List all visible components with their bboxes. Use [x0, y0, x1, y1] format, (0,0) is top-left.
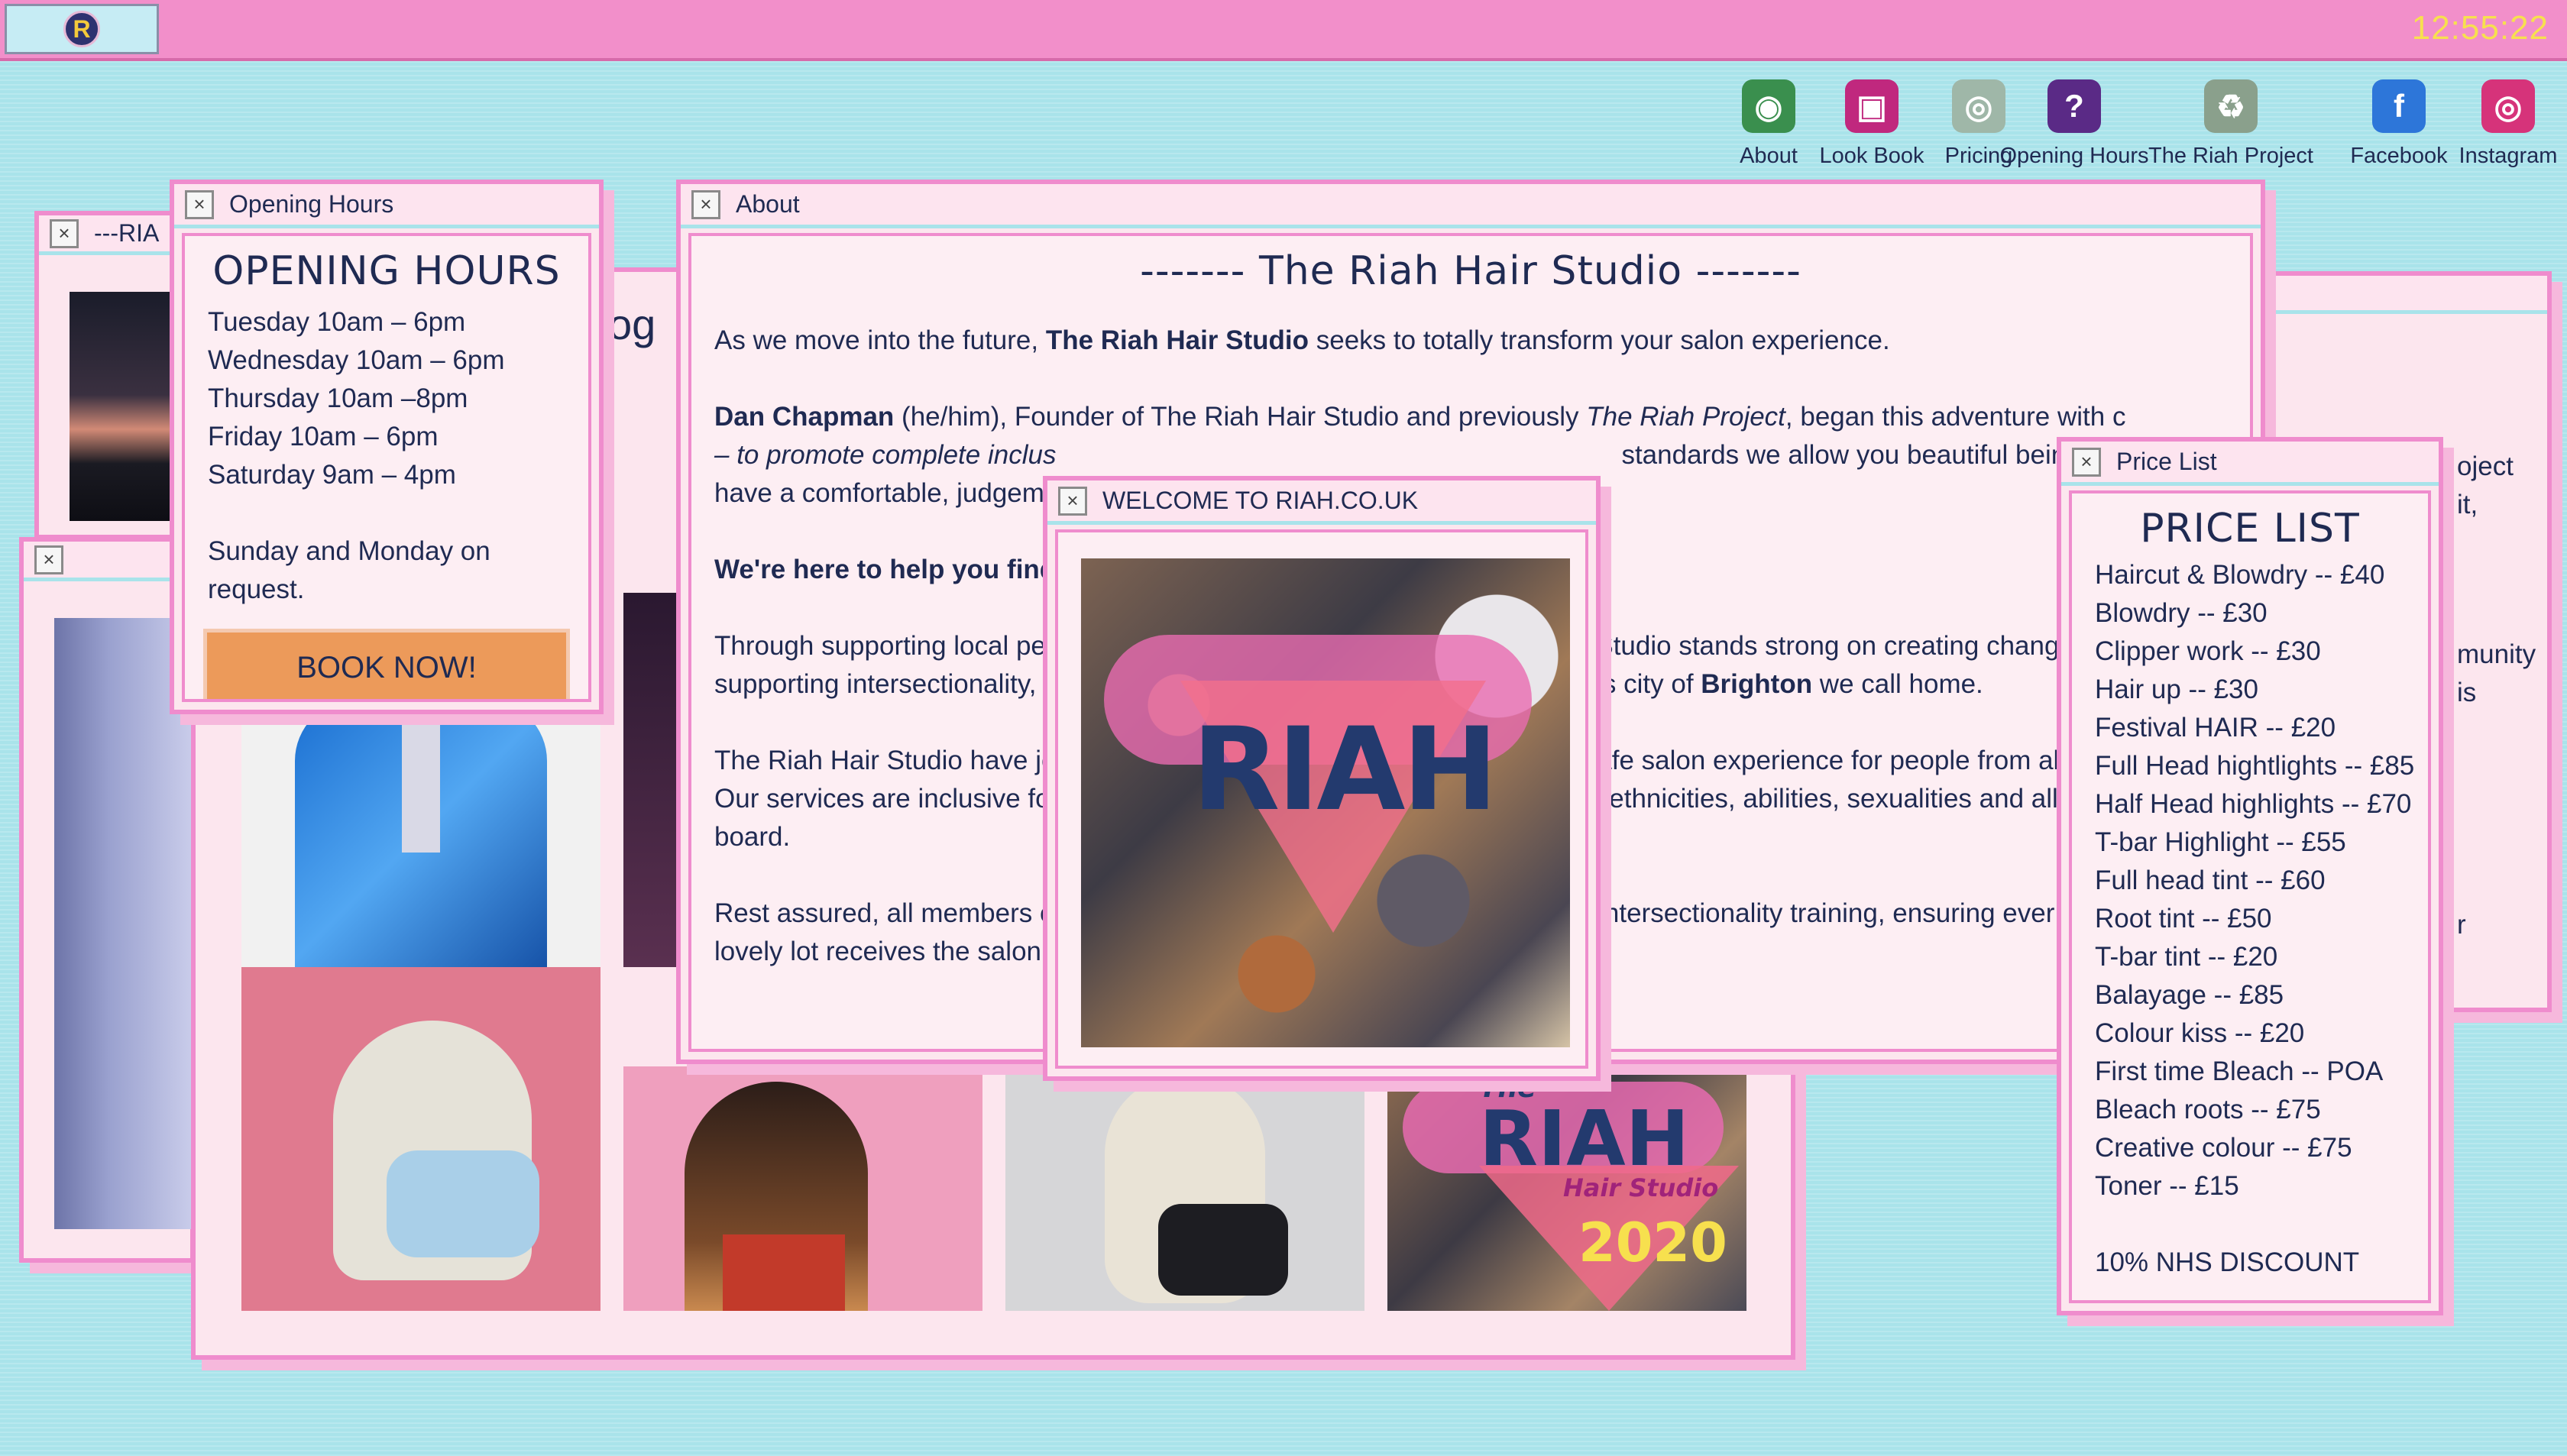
lookbook-photo-dark [623, 593, 677, 967]
lookbook-tile-2020[interactable]: The RIAH Hair Studio 2020 [1387, 1066, 1746, 1311]
lookbook-heading: og [608, 300, 656, 348]
window-title: Opening Hours [229, 190, 394, 218]
price-list-content: PRICE LIST Haircut & Blowdry -- £40 Blowd… [2069, 490, 2431, 1303]
project-text: is [2457, 678, 2477, 707]
about-heading: ------- The Riah Hair Studio ------- [1140, 248, 1801, 294]
price-list-heading: PRICE LIST [2140, 506, 2360, 552]
price-items: Haircut & Blowdry -- £40 Blowdry -- £30 Cl… [2072, 556, 2428, 1205]
hours-line: Saturday 9am – 4pm [208, 460, 456, 490]
hours-line: Friday 10am – 6pm [208, 422, 439, 451]
close-icon[interactable]: × [34, 545, 63, 574]
desktop-icon-label: About [1740, 144, 1798, 168]
hours-note: Sunday and Monday on request. [208, 536, 490, 604]
taskbar: R 12:55:22 [0, 0, 2567, 61]
hours-list: Tuesday 10am – 6pm Wednesday 10am – 6pm … [185, 303, 588, 494]
opening-hours-heading: OPENING HOURS [212, 248, 561, 294]
book-icon: ? [2047, 79, 2101, 133]
close-icon[interactable]: × [185, 189, 214, 219]
riah-logo-icon: R [63, 11, 100, 47]
price-item: Toner -- £15 [2095, 1171, 2239, 1201]
close-icon[interactable]: × [691, 189, 720, 219]
desktop-icon-opening-hours[interactable]: ? Opening Hours [1999, 73, 2149, 180]
globe-icon: ◉ [1742, 79, 1795, 133]
desktop-icon-label: Instagram [2459, 144, 2558, 168]
price-item: Full Head hightlights -- £85 [2095, 751, 2415, 781]
project-text: it, [2457, 490, 2478, 519]
window-title: WELCOME TO RIAH.CO.UK [1102, 487, 1419, 514]
desktop-icons: ◉ About ▣ Look Book ◎ Pricing? Opening Hours ♻ T… [1715, 73, 2567, 188]
price-item: T-bar tint -- £20 [2095, 942, 2278, 972]
price-item: Colour kiss -- £20 [2095, 1018, 2305, 1048]
desktop-icon-label: Look Book [1819, 144, 1924, 168]
price-item: Full head tint -- £60 [2095, 866, 2326, 895]
desktop-icon-label: The Riah Project [2148, 144, 2313, 168]
price-item: Hair up -- £30 [2095, 675, 2258, 704]
desktop-icon-facebook[interactable]: f Facebook [2345, 73, 2452, 180]
hours-line: Tuesday 10am – 6pm [208, 307, 466, 337]
window-price-list: × Price List PRICE LIST Haircut & Blowdry… [2057, 437, 2443, 1315]
close-icon[interactable]: × [2072, 447, 2101, 477]
desktop-icon-label: Opening Hours [1999, 144, 2149, 168]
price-item: Half Head highlights -- £70 [2095, 789, 2412, 819]
close-icon[interactable]: × [1058, 486, 1087, 516]
price-item: Festival HAIR -- £20 [2095, 713, 2336, 743]
price-item: Balayage -- £85 [2095, 980, 2284, 1010]
desktop-icon-look-book[interactable]: ▣ Look Book [1818, 73, 1925, 180]
sunset-photo [70, 292, 176, 521]
hours-line: Wednesday 10am – 6pm [208, 345, 505, 375]
desktop-icon-the-riah-project[interactable]: ♻ The Riah Project [2148, 73, 2313, 180]
window-title: About [736, 190, 800, 218]
price-item: First time Bleach -- POA [2095, 1056, 2384, 1086]
hours-line: Thursday 10am –8pm [208, 383, 468, 413]
disc-icon: ◎ [1952, 79, 2005, 133]
cube-icon: ▣ [1845, 79, 1899, 133]
desktop-icon-about[interactable]: ◉ About [1715, 73, 1822, 180]
facebook-icon: f [2372, 79, 2426, 133]
opening-hours-content: OPENING HOURS Tuesday 10am – 6pm Wednesd… [182, 233, 591, 702]
start-button[interactable]: R [5, 4, 159, 54]
riah-logo-text: RIAH [1192, 704, 1498, 836]
lookbook-photo-mask[interactable] [241, 967, 600, 1311]
clock: 12:55:22 [2411, 9, 2549, 47]
instagram-icon: ◎ [2481, 79, 2535, 133]
recycle-bin-icon: ♻ [2204, 79, 2258, 133]
price-item: Blowdry -- £30 [2095, 598, 2268, 628]
price-item: Haircut & Blowdry -- £40 [2095, 560, 2385, 590]
price-item: Bleach roots -- £75 [2095, 1095, 2321, 1124]
riah-welcome-logo-image: RIAH [1081, 558, 1570, 1047]
window-title: ---RIA [94, 219, 160, 247]
desktop-icon-label: Facebook [2350, 144, 2448, 168]
close-icon[interactable]: × [50, 218, 79, 248]
desktop-icon-instagram[interactable]: ◎ Instagram [2455, 73, 2562, 180]
price-item: Creative colour -- £75 [2095, 1133, 2352, 1163]
window-room: × [19, 537, 195, 1263]
window-welcome: × WELCOME TO RIAH.CO.UK RIAH [1043, 476, 1601, 1081]
window-title: Price List [2116, 448, 2217, 475]
price-item: Clipper work -- £30 [2095, 636, 2321, 666]
lookbook-photo-balayage[interactable] [623, 1066, 982, 1311]
lookbook-photo-crop[interactable] [1005, 1066, 1364, 1311]
book-now-button[interactable]: BOOK NOW! [203, 629, 570, 699]
project-text: r [2457, 910, 2466, 940]
nhs-discount: 10% NHS DISCOUNT [2095, 1247, 2360, 1277]
project-text: oject [2457, 451, 2514, 481]
project-text: munity [2457, 639, 2536, 669]
window-opening-hours: × Opening Hours OPENING HOURS Tuesday 10a… [170, 180, 604, 714]
price-item: Root tint -- £50 [2095, 904, 2272, 933]
about-para-1: As we move into the future, The Riah Hai… [714, 325, 1890, 355]
price-item: T-bar Highlight -- £55 [2095, 827, 2346, 857]
